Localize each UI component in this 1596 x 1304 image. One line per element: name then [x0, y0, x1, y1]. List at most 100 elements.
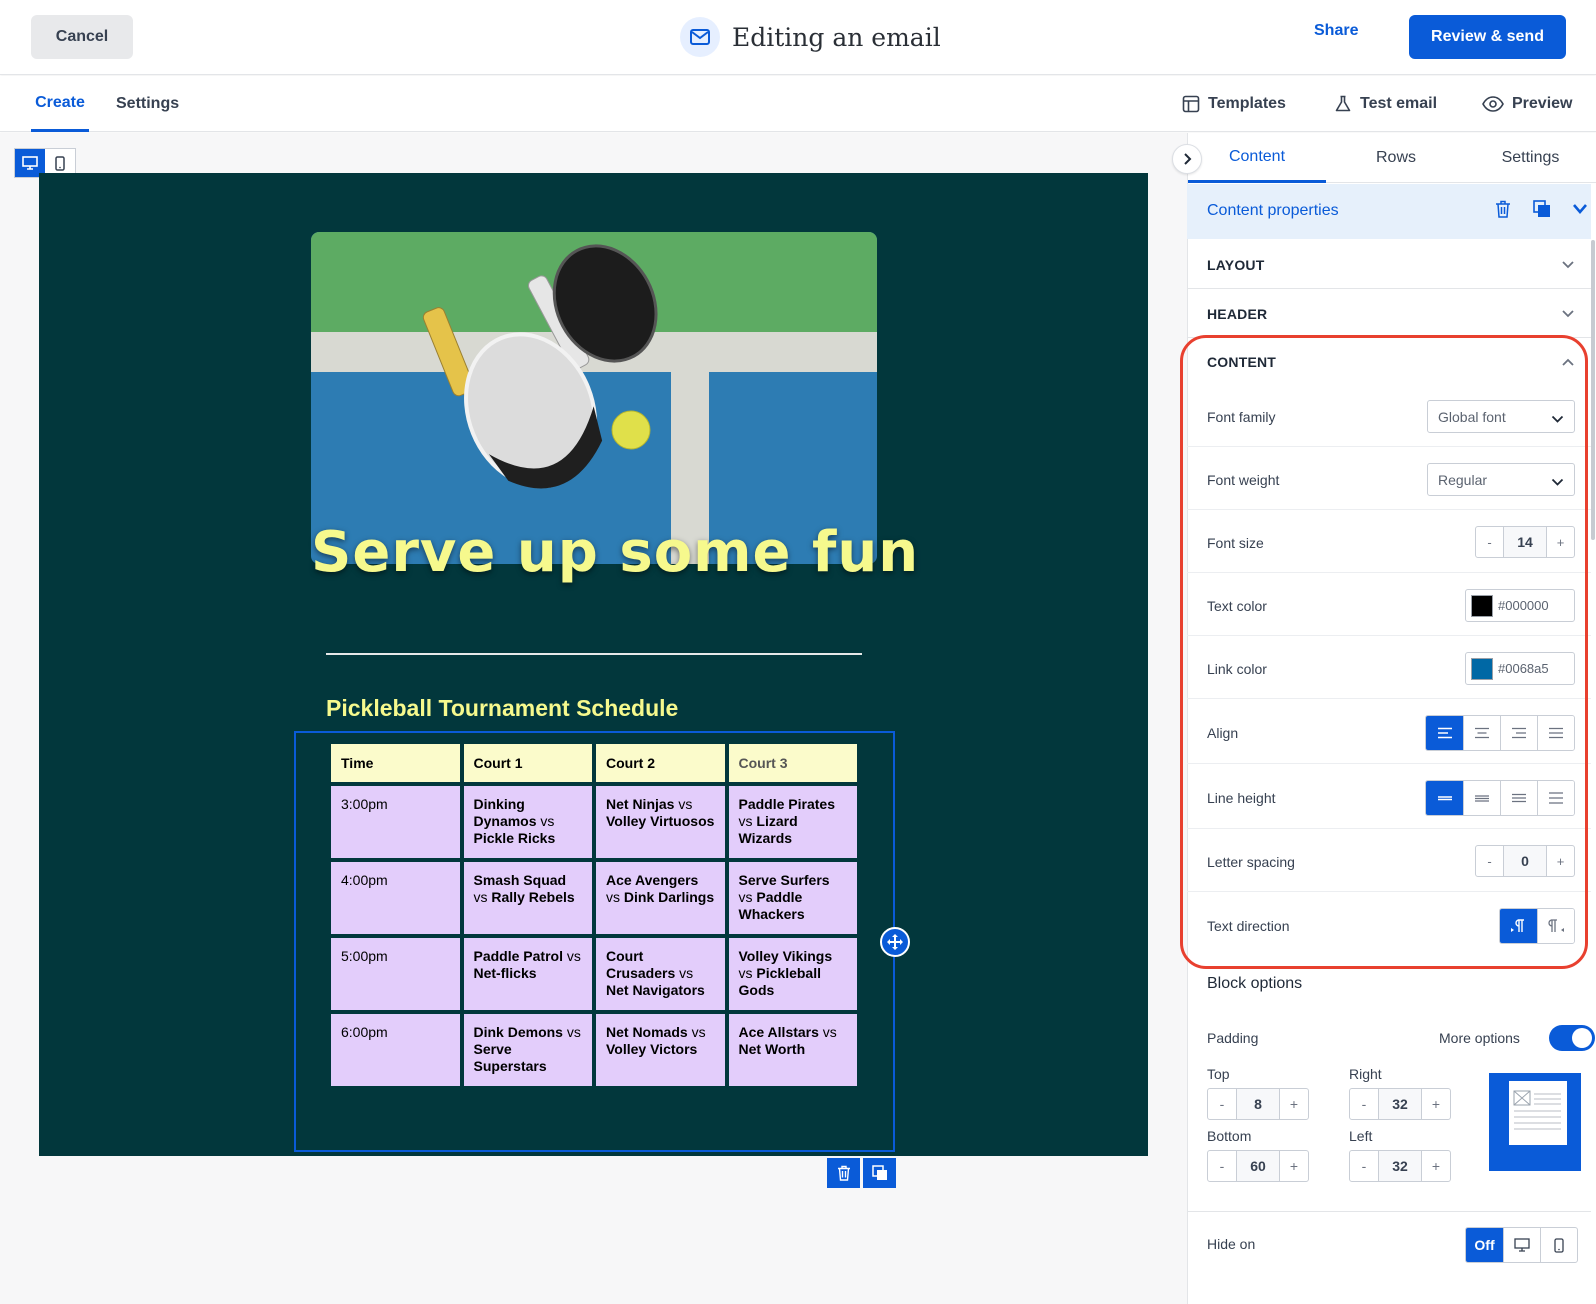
- review-send-button[interactable]: Review & send: [1409, 15, 1566, 59]
- table-cell[interactable]: Net Ninjas vs Volley Virtuosos: [596, 786, 725, 858]
- eye-icon: [1482, 96, 1504, 112]
- content-block-icon: [1513, 1090, 1561, 1130]
- team-name: Volley Virtuosos: [606, 813, 715, 829]
- vs-label: vs: [675, 965, 694, 981]
- move-icon: [887, 934, 903, 950]
- trash-icon[interactable]: [1495, 200, 1511, 223]
- section-header[interactable]: HEADER: [1187, 290, 1591, 338]
- page-title: Editing an email: [732, 22, 941, 52]
- tab-panel-settings[interactable]: Settings: [1465, 133, 1596, 183]
- desktop-icon: [22, 156, 38, 170]
- table-cell[interactable]: Ace Avengers vs Dink Darlings: [596, 862, 725, 934]
- more-options-toggle[interactable]: [1549, 1025, 1595, 1051]
- padding-top-input[interactable]: 8: [1236, 1089, 1280, 1119]
- team-name: Rally Rebels: [491, 889, 575, 905]
- panel-tabs: Content Rows Settings: [1187, 133, 1596, 183]
- padding-bottom-input[interactable]: 60: [1236, 1151, 1280, 1181]
- vs-label: vs: [562, 948, 581, 964]
- table-cell[interactable]: 4:00pm: [331, 862, 460, 934]
- collapse-panel-button[interactable]: [1172, 144, 1202, 174]
- table-cell[interactable]: Serve Surfers vs Paddle Whackers: [728, 862, 857, 934]
- team-name: Ace Allstars: [738, 1024, 819, 1040]
- editor-toolbar: Create Settings Templates Test email Pre…: [0, 76, 1596, 132]
- table-cell[interactable]: Smash Squad vs Rally Rebels: [463, 862, 592, 934]
- table-cell[interactable]: Volley Vikings vs Pickleball Gods: [728, 938, 857, 1010]
- increment-button[interactable]: +: [1422, 1151, 1450, 1181]
- pickleball-court-image: [311, 232, 877, 564]
- padding-top-stepper: - 8 +: [1207, 1088, 1309, 1120]
- team-name: Pickle Ricks: [473, 830, 556, 846]
- table-cell[interactable]: Net Nomads vs Volley Victors: [596, 1014, 725, 1086]
- vs-label: vs: [473, 889, 492, 905]
- hide-desktop-button[interactable]: [1503, 1228, 1540, 1262]
- padding-right-label: Right: [1349, 1066, 1382, 1082]
- table-header-cell[interactable]: Court 1: [463, 744, 592, 782]
- section-layout[interactable]: LAYOUT: [1187, 241, 1591, 289]
- schedule-title[interactable]: Pickleball Tournament Schedule: [326, 695, 678, 722]
- delete-block-button[interactable]: [827, 1158, 860, 1188]
- increment-button[interactable]: +: [1280, 1089, 1308, 1119]
- table-cell[interactable]: Court Crusaders vs Net Navigators: [596, 938, 725, 1010]
- padding-left-stepper: - 32 +: [1349, 1150, 1451, 1182]
- table-header-cell[interactable]: Time: [331, 744, 460, 782]
- team-name: Paddle Pirates: [738, 796, 836, 812]
- share-button[interactable]: Share: [1314, 22, 1358, 40]
- schedule-table[interactable]: Time Court 1 Court 2 Court 3 3:00pm Dinki…: [327, 740, 861, 1090]
- decrement-button[interactable]: -: [1350, 1151, 1378, 1181]
- vs-label: vs: [536, 813, 555, 829]
- team-name: Volley Victors: [606, 1041, 698, 1057]
- hero-image[interactable]: [311, 232, 877, 564]
- hide-mobile-button[interactable]: [1540, 1228, 1577, 1262]
- increment-button[interactable]: +: [1422, 1089, 1450, 1119]
- cancel-button[interactable]: Cancel: [31, 15, 133, 59]
- padding-top-label: Top: [1207, 1066, 1230, 1082]
- chevron-right-icon: [1184, 153, 1192, 165]
- team-name: Ace Avengers: [606, 872, 699, 888]
- table-cell[interactable]: Dink Demons vs Serve Superstars: [463, 1014, 592, 1086]
- chevron-down-icon: [1561, 257, 1575, 275]
- block-options-title: Block options: [1207, 975, 1303, 992]
- time-label: 3:00pm: [341, 796, 388, 812]
- table-cell[interactable]: Paddle Pirates vs Lizard Wizards: [728, 786, 857, 858]
- desktop-icon: [1514, 1238, 1530, 1252]
- vs-label: vs: [738, 965, 757, 981]
- tab-content[interactable]: Content: [1188, 133, 1326, 183]
- hide-off-button[interactable]: Off: [1466, 1228, 1503, 1262]
- table-header-cell[interactable]: Court 3: [728, 744, 857, 782]
- email-headline[interactable]: Serve up some fun: [311, 520, 918, 585]
- templates-button[interactable]: Templates: [1182, 76, 1286, 132]
- table-cell[interactable]: 5:00pm: [331, 938, 460, 1010]
- team-name: Serve Superstars: [473, 1041, 547, 1074]
- table-cell[interactable]: Paddle Patrol vs Net-flicks: [463, 938, 592, 1010]
- increment-button[interactable]: +: [1280, 1151, 1308, 1181]
- team-name: Net-flicks: [473, 965, 537, 981]
- vs-label: vs: [687, 1024, 706, 1040]
- vs-label: vs: [674, 796, 693, 812]
- tab-create[interactable]: Create: [31, 76, 89, 132]
- padding-left-input[interactable]: 32: [1378, 1151, 1422, 1181]
- duplicate-icon[interactable]: [1533, 200, 1551, 223]
- duplicate-block-button[interactable]: [863, 1158, 896, 1188]
- chevron-down-icon[interactable]: [1572, 202, 1588, 220]
- padding-preview-block: [1509, 1081, 1567, 1145]
- table-cell[interactable]: Ace Allstars vs Net Worth: [728, 1014, 857, 1086]
- table-header-row: Time Court 1 Court 2 Court 3: [331, 744, 857, 782]
- padding-label: Padding: [1207, 1030, 1259, 1046]
- padding-right-input[interactable]: 32: [1378, 1089, 1422, 1119]
- trash-icon: [837, 1165, 850, 1181]
- annotation-highlight: [1180, 335, 1588, 969]
- decrement-button[interactable]: -: [1208, 1151, 1236, 1181]
- table-header-cell[interactable]: Court 2: [596, 744, 725, 782]
- decrement-button[interactable]: -: [1350, 1089, 1378, 1119]
- table-cell[interactable]: 6:00pm: [331, 1014, 460, 1086]
- preview-button[interactable]: Preview: [1482, 76, 1572, 132]
- table-cell[interactable]: Dinking Dynamos vs Pickle Ricks: [463, 786, 592, 858]
- decrement-button[interactable]: -: [1208, 1089, 1236, 1119]
- panel-scrollbar[interactable]: [1591, 240, 1595, 540]
- table-cell[interactable]: 3:00pm: [331, 786, 460, 858]
- tab-rows[interactable]: Rows: [1327, 133, 1465, 183]
- move-handle[interactable]: [880, 927, 910, 957]
- test-email-button[interactable]: Test email: [1334, 76, 1437, 132]
- tab-settings[interactable]: Settings: [116, 76, 179, 132]
- page-title-group: Editing an email: [680, 16, 941, 58]
